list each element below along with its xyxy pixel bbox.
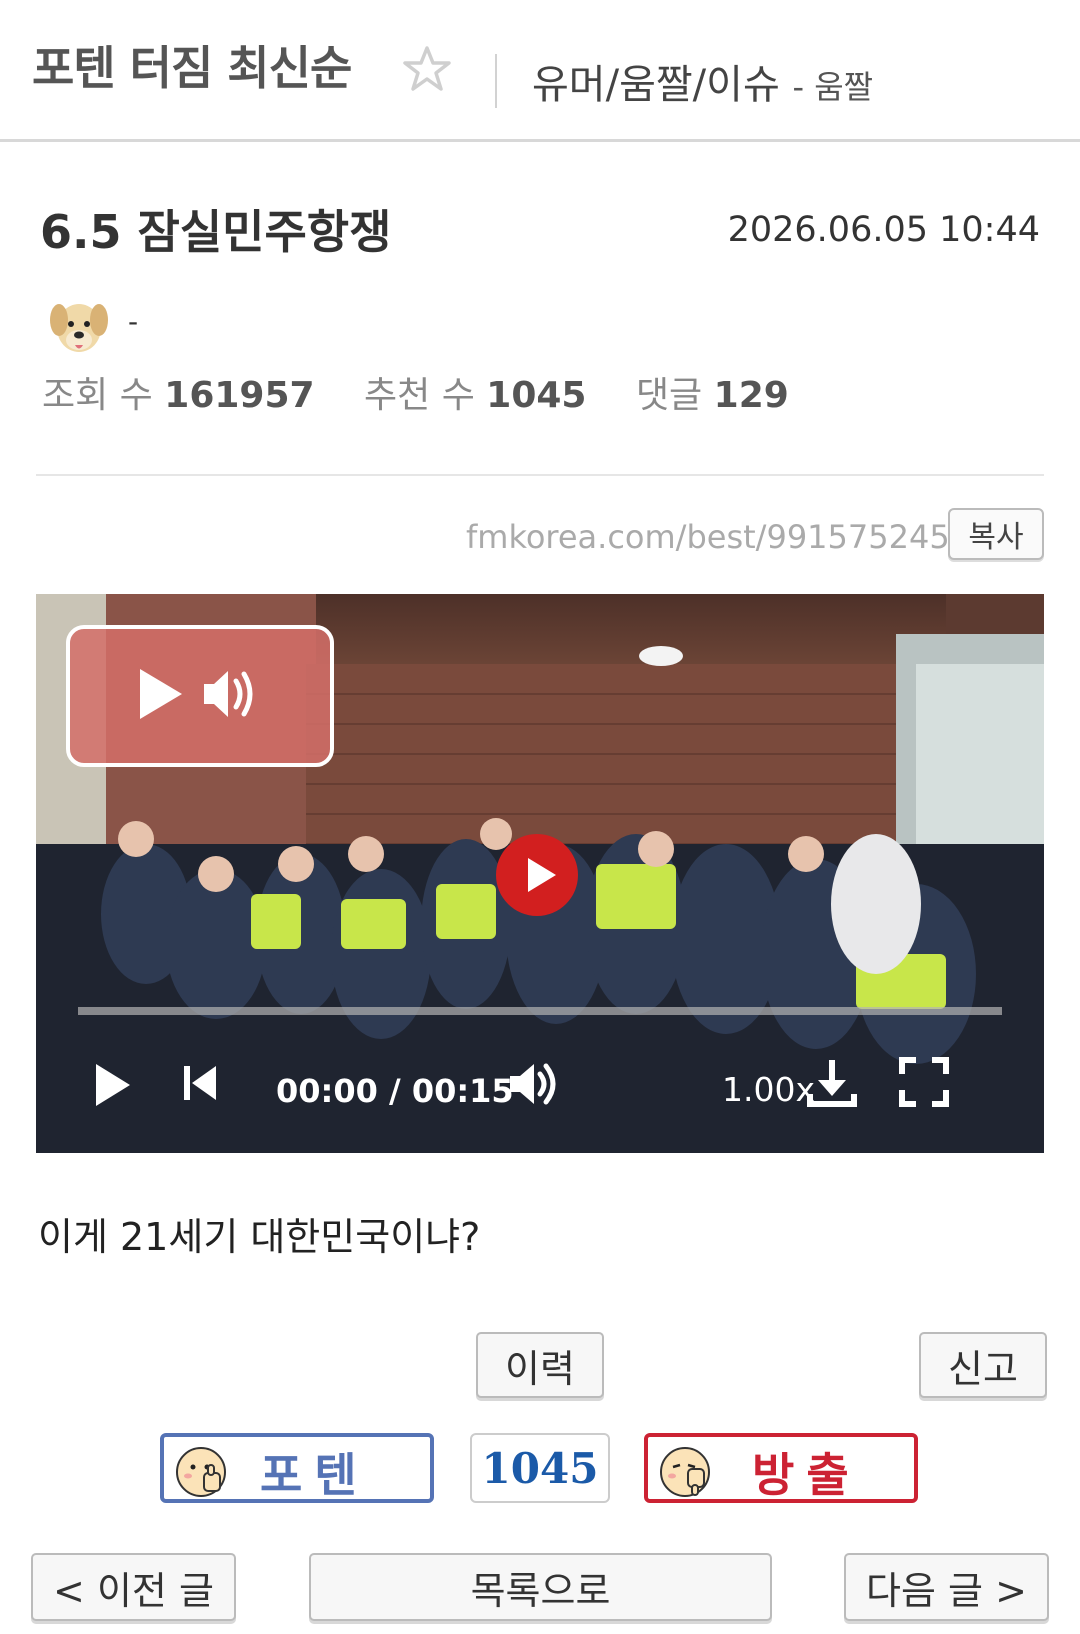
post-title: 6.5 잠실민주항쟁 bbox=[40, 205, 392, 259]
video-player[interactable]: 00:00 / 00:15 1.00x bbox=[36, 594, 1044, 1153]
header-divider bbox=[495, 54, 497, 108]
author-name[interactable]: - bbox=[128, 305, 138, 338]
download-icon[interactable] bbox=[804, 1054, 860, 1110]
copy-url-button[interactable]: 복사 bbox=[948, 508, 1044, 560]
upvote-button[interactable]: 포텐 bbox=[160, 1433, 434, 1503]
vote-count: 1045 bbox=[470, 1433, 610, 1503]
play-icon bbox=[528, 858, 556, 892]
next-post-button[interactable]: 다음 글 > bbox=[844, 1553, 1049, 1621]
post-body: 이게 21세기 대한민국이냐? bbox=[38, 1215, 481, 1259]
volume-icon[interactable] bbox=[506, 1054, 566, 1114]
video-progress-bar[interactable] bbox=[78, 1007, 1002, 1015]
subcategory-label: - 움짤 bbox=[792, 68, 874, 106]
thumbs-up-face-icon bbox=[176, 1447, 226, 1497]
puppy-avatar-icon[interactable] bbox=[44, 290, 114, 360]
recommend-label: 추천 수 bbox=[364, 375, 475, 416]
favorite-star-icon[interactable] bbox=[402, 44, 452, 94]
upvote-label: 포텐 bbox=[260, 1448, 369, 1502]
post-date: 2026.06.05 10:44 bbox=[727, 210, 1040, 250]
views-label: 조회 수 bbox=[42, 375, 153, 416]
views-count: 161957 bbox=[164, 375, 315, 416]
recommend-stat: 추천 수 1045 bbox=[364, 375, 586, 416]
comments-label: 댓글 bbox=[635, 375, 703, 416]
post-stats: 조회 수 161957 추천 수 1045 댓글 129 bbox=[42, 366, 827, 418]
center-play-button[interactable] bbox=[496, 834, 578, 916]
list-button[interactable]: 목록으로 bbox=[309, 1553, 772, 1621]
play-icon[interactable] bbox=[84, 1054, 144, 1114]
downvote-label: 방출 bbox=[752, 1448, 861, 1502]
skip-back-icon[interactable] bbox=[176, 1058, 226, 1108]
playback-speed[interactable]: 1.00x bbox=[722, 1070, 815, 1109]
play-sound-icon bbox=[140, 669, 253, 719]
history-button[interactable]: 이력 bbox=[476, 1332, 604, 1398]
category-label: 유머/움짤/이슈 bbox=[532, 62, 780, 108]
thumbs-down-face-icon bbox=[660, 1447, 710, 1497]
prev-post-button[interactable]: < 이전 글 bbox=[31, 1553, 236, 1621]
board-header: 포텐 터짐 최신순 유머/움짤/이슈 - 움짤 bbox=[0, 0, 1080, 142]
board-title[interactable]: 포텐 터짐 최신순 bbox=[32, 32, 352, 98]
comments-count: 129 bbox=[713, 375, 789, 416]
downvote-button[interactable]: 방출 bbox=[644, 1433, 918, 1503]
divider bbox=[36, 474, 1044, 476]
unmute-overlay-button[interactable] bbox=[66, 625, 334, 767]
views-stat: 조회 수 161957 bbox=[42, 375, 315, 416]
category-breadcrumb[interactable]: 유머/움짤/이슈 - 움짤 bbox=[532, 52, 873, 110]
fullscreen-icon[interactable] bbox=[896, 1054, 952, 1110]
video-time: 00:00 / 00:15 bbox=[276, 1072, 514, 1110]
post-url: fmkorea.com/best/9915752459 bbox=[466, 518, 971, 556]
recommend-count: 1045 bbox=[486, 375, 587, 416]
comments-stat[interactable]: 댓글 129 bbox=[636, 375, 789, 416]
report-button[interactable]: 신고 bbox=[919, 1332, 1047, 1398]
